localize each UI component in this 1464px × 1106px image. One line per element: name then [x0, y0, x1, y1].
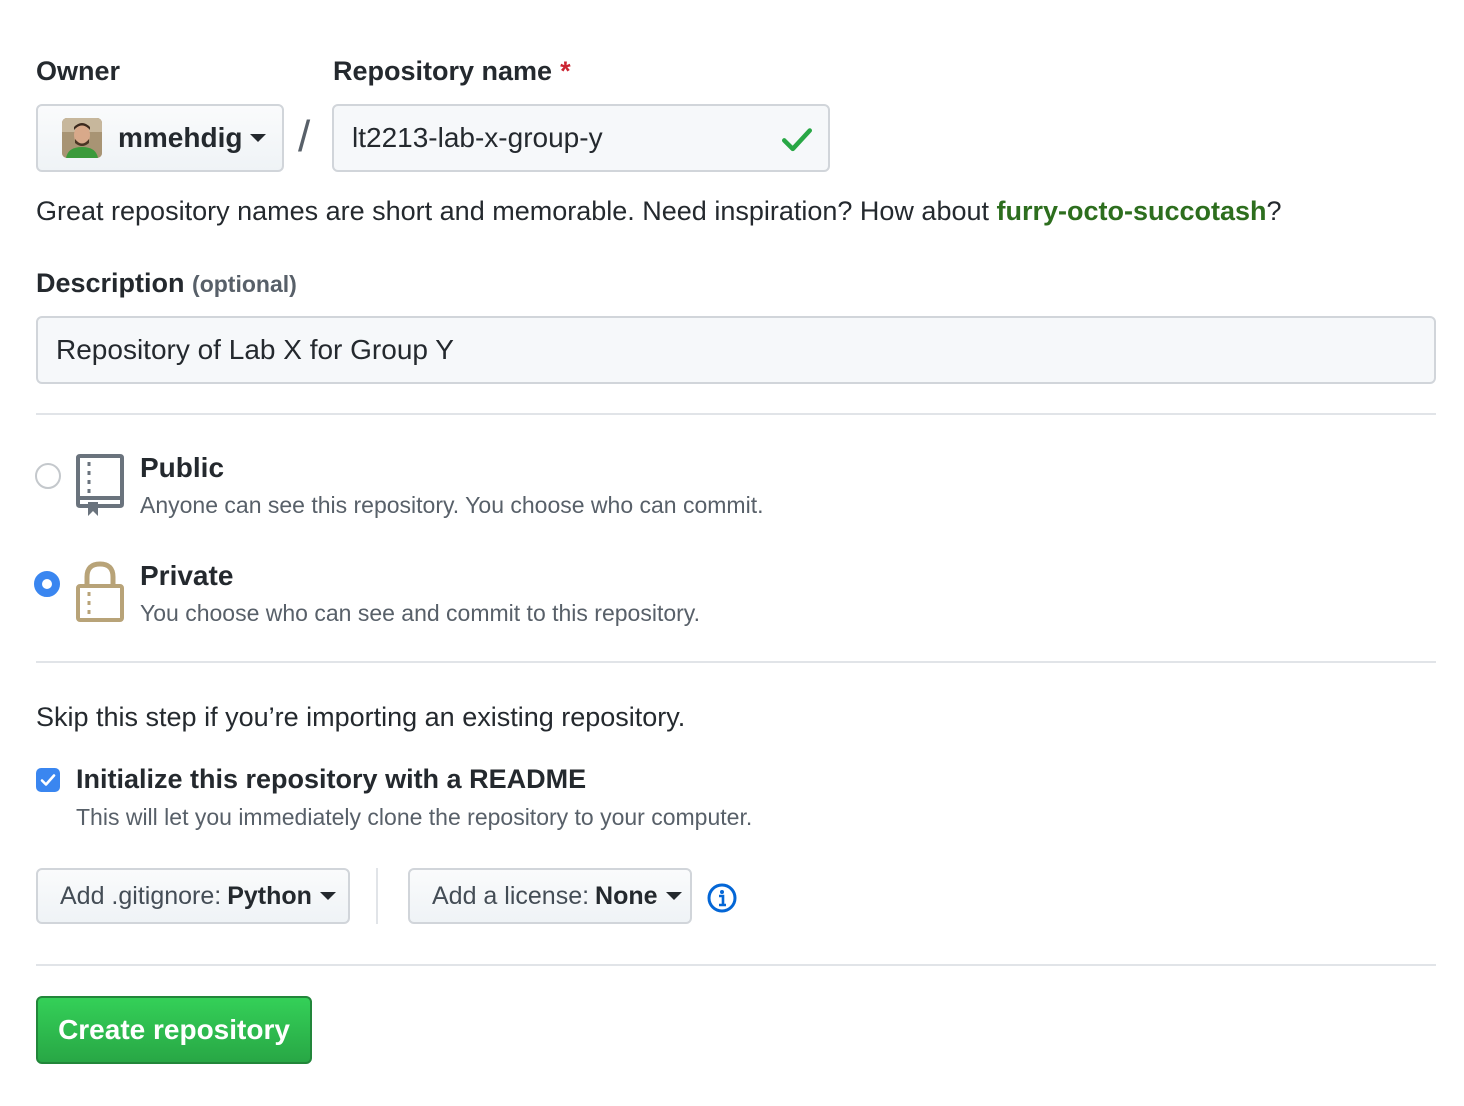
license-select-button[interactable]: Add a license: None [408, 868, 692, 924]
avatar [62, 118, 102, 158]
divider [36, 964, 1436, 966]
owner-repo-separator: / [298, 112, 311, 161]
name-suggestion-link[interactable]: furry-octo-succotash [997, 196, 1267, 226]
checkmark-icon [40, 774, 56, 786]
gitignore-select-button[interactable]: Add .gitignore: Python [36, 868, 350, 924]
chevron-down-icon [665, 892, 682, 900]
description-input[interactable]: Repository of Lab X for Group Y [36, 316, 1436, 384]
gitignore-prefix: Add .gitignore: [60, 881, 222, 910]
private-radio[interactable] [34, 571, 60, 597]
readme-label[interactable]: Initialize this repository with a README [76, 764, 586, 795]
owner-username: mmehdig [118, 122, 243, 153]
description-label-text: Description [36, 268, 185, 298]
public-option-desc: Anyone can see this repository. You choo… [140, 492, 764, 518]
owner-label: Owner [36, 56, 121, 86]
repo-name-input[interactable]: lt2213-lab-x-group-y [332, 104, 830, 172]
gitignore-value: Python [227, 881, 312, 910]
divider [36, 413, 1436, 415]
repo-name-label: Repository name * [333, 56, 571, 87]
divider [36, 661, 1436, 663]
private-option-title: Private [140, 560, 234, 591]
hint-suffix: ? [1266, 196, 1282, 226]
private-option-desc: You choose who can see and commit to thi… [140, 600, 700, 626]
info-icon[interactable] [706, 882, 738, 914]
lock-icon [76, 561, 124, 622]
repo-name-hint: Great repository names are short and mem… [36, 196, 1282, 227]
check-icon [781, 128, 813, 152]
skip-step-text: Skip this step if you’re importing an ex… [36, 702, 686, 732]
repo-book-icon [76, 454, 124, 516]
public-option-title: Public [140, 452, 225, 483]
repo-name-value: lt2213-lab-x-group-y [352, 122, 603, 153]
readme-checkbox[interactable] [36, 768, 60, 792]
description-label: Description (optional) [36, 268, 297, 299]
hint-text: Great repository names are short and mem… [36, 196, 997, 226]
license-value: None [595, 881, 658, 910]
chevron-down-icon [319, 892, 336, 900]
owner-select-button[interactable]: mmehdig [36, 104, 284, 172]
chevron-down-icon [250, 134, 267, 142]
select-separator [376, 868, 378, 924]
repo-name-label-text: Repository name [333, 56, 553, 86]
public-radio[interactable] [35, 463, 61, 489]
license-prefix: Add a license: [432, 881, 590, 910]
description-value: Repository of Lab X for Group Y [56, 334, 454, 365]
create-repository-button[interactable]: Create repository [36, 996, 312, 1064]
readme-desc: This will let you immediately clone the … [76, 804, 753, 830]
required-mark: * [560, 56, 571, 86]
optional-tag: (optional) [192, 271, 297, 297]
